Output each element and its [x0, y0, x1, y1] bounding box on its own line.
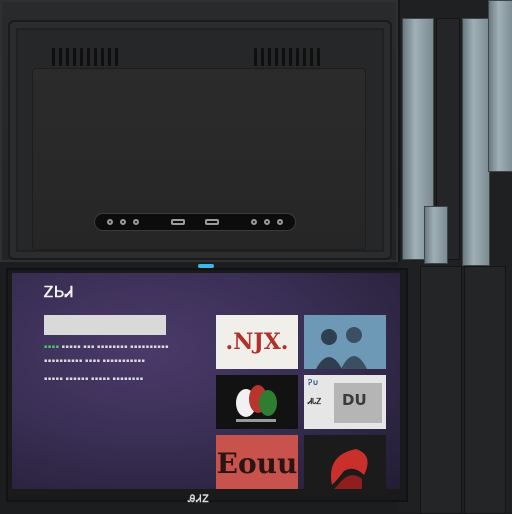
tile-top-text: Ꭾ∪: [308, 378, 319, 387]
audio-ports-left: [107, 219, 139, 225]
lower-rail-right: [464, 266, 506, 514]
search-input[interactable]: [44, 315, 166, 335]
meta-line: ▪▪▪▪ ▪▪▪▪▪ ▪▪▪ ▪▪▪▪▪▪▪▪ ▪▪▪▪▪▪▪▪▪▪: [44, 344, 170, 350]
meta-line: ▪▪▪▪▪ ▪▪▪▪▪▪ ▪▪▪▪▪ ▪▪▪▪▪▪▪▪: [44, 376, 144, 382]
meta-line: ▪▪▪▪▪▪▪▪▪▪ ▪▪▪▪ ▪▪▪▪▪▪▪▪▪▪▪: [44, 358, 146, 364]
rail-edge: [488, 0, 512, 172]
tile-title: Eouu: [216, 447, 298, 480]
vent-right: [254, 48, 320, 66]
rail-bracket: [424, 206, 448, 264]
tile-side-text: ᏗᏓᏃ: [308, 397, 322, 406]
red-emblem-icon: [331, 449, 368, 489]
vent-left: [52, 48, 118, 66]
port-strip: [94, 213, 296, 231]
port-jack-icon[interactable]: [277, 219, 283, 225]
port-jack-icon[interactable]: [133, 219, 139, 225]
content-tile[interactable]: Eouu: [216, 435, 298, 489]
port-jack-icon[interactable]: [107, 219, 113, 225]
usb-port-icon[interactable]: [171, 219, 185, 225]
tile-title: .NJX.: [225, 329, 289, 355]
content-tile[interactable]: [304, 435, 386, 489]
tv-brand-logo: ᎯᏗᏃ: [188, 494, 210, 505]
feather-logo-icon: [236, 385, 277, 422]
content-tile[interactable]: .NJX.: [216, 315, 298, 369]
meta-accent-text: ▪▪▪▪: [44, 344, 60, 350]
tile-title: DU: [342, 391, 367, 409]
audio-ports-right: [251, 219, 283, 225]
app-logo: ᏃᏏᏗ: [44, 283, 75, 301]
content-tile[interactable]: [304, 315, 386, 369]
side-rail-right: [462, 18, 490, 266]
content-tile[interactable]: [216, 375, 298, 429]
content-tile[interactable]: Ꭾ∪ ᏗᏓᏃ DU: [304, 375, 386, 429]
usb-port-icon[interactable]: [205, 219, 219, 225]
usb-ports: [171, 219, 219, 225]
port-jack-icon[interactable]: [264, 219, 270, 225]
port-jack-icon[interactable]: [251, 219, 257, 225]
port-jack-icon[interactable]: [120, 219, 126, 225]
people-thumbnail-icon: [304, 315, 386, 369]
lower-rail-left: [420, 266, 462, 514]
